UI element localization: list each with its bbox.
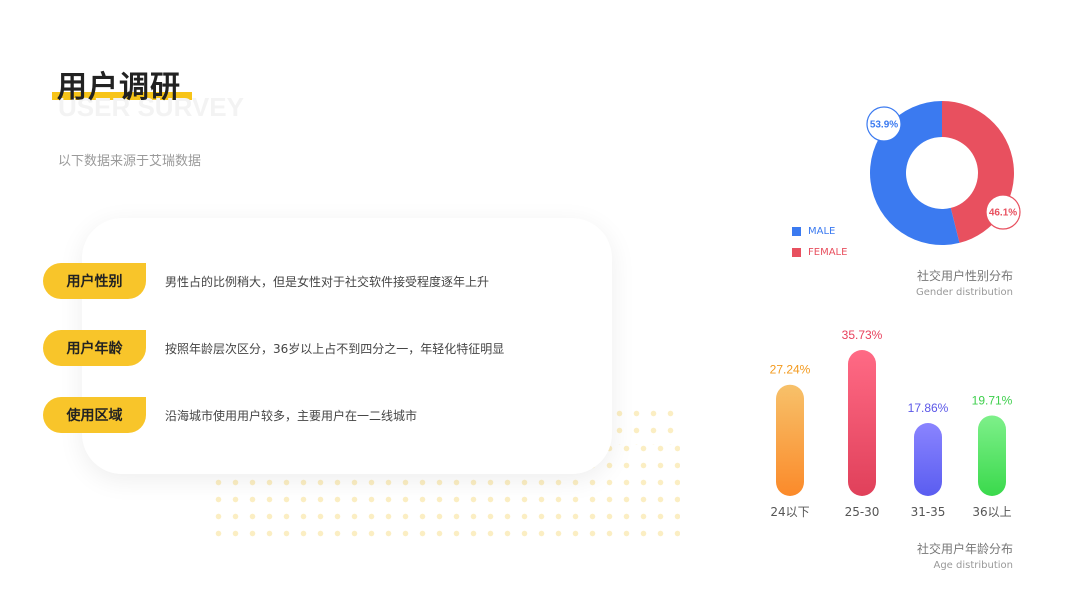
age-bar-category-label: 31-35 [911,505,946,519]
age-bar-category-label: 25-30 [845,505,880,519]
age-bar-value-label: 19.71% [972,393,1013,407]
age-bar-chart: 27.24% 24以下 35.73% 25-30 17.86% 31-35 19.71% 36… [770,328,1013,519]
age-bar-value-label: 27.24% [770,363,811,377]
age-bar-category-label: 24以下 [770,505,809,519]
age-bar-value-label: 35.73% [842,328,883,342]
age-bar-2 [914,423,942,496]
age-bar-3 [978,415,1006,496]
age-bar-1 [848,350,876,496]
age-bar-category-label: 36以上 [972,505,1011,519]
age-bar-value-label: 17.86% [908,401,949,415]
age-bar-0 [776,384,804,496]
